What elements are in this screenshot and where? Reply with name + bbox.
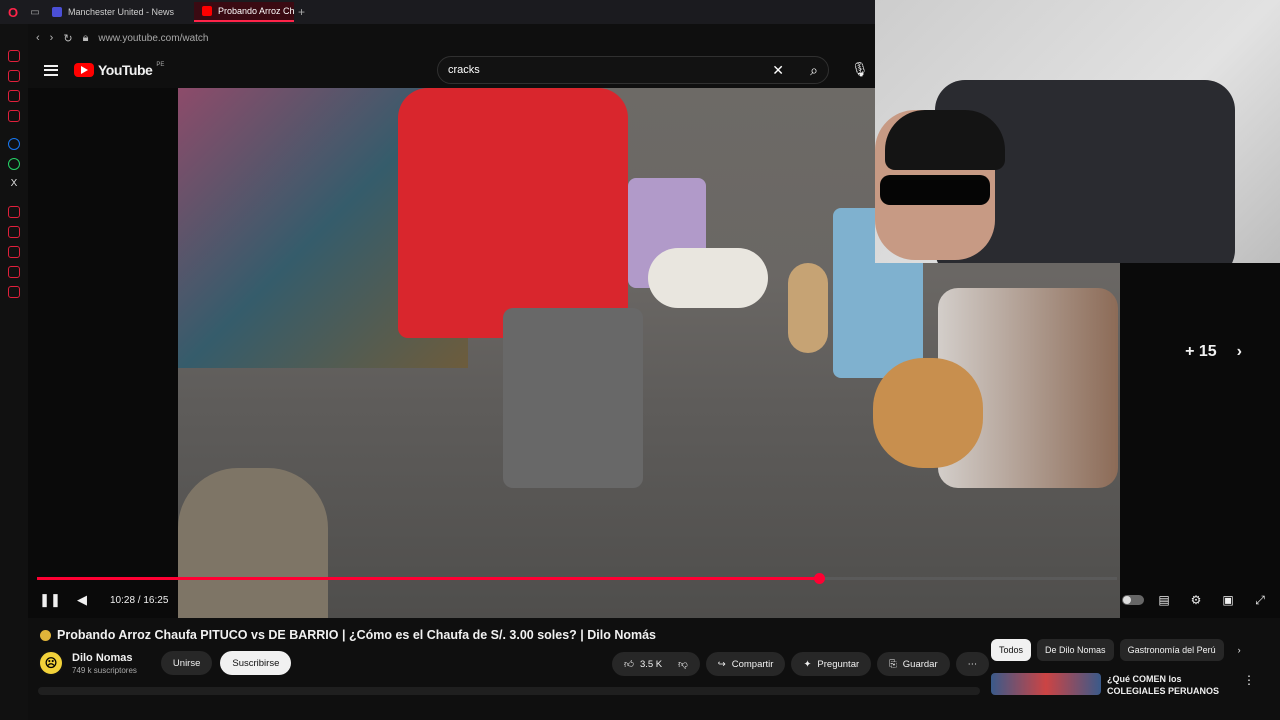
recommendation-title[interactable]: ¿Qué COMEN los COLEGIALES PERUANOS afue (1107, 673, 1237, 697)
whatsapp-icon[interactable] (8, 158, 20, 170)
action-bar: 👍︎ 3.5 K 👎︎ ↪ Compartir ✦ Preguntar ⎘ Gu… (612, 652, 990, 676)
sidebar-aria-icon[interactable] (8, 70, 20, 82)
video-info: Probando Arroz Chaufa PITUCO vs DE BARRI… (28, 618, 1280, 720)
video-title: Probando Arroz Chaufa PITUCO vs DE BARRI… (40, 628, 680, 642)
reload-icon[interactable]: ↻ (63, 32, 72, 45)
subscribe-button[interactable]: Suscribirse (220, 651, 292, 675)
ask-button[interactable]: ✦ Preguntar (791, 652, 872, 676)
back-icon[interactable]: ‹ (36, 32, 40, 44)
sidebar-extensions-icon[interactable] (8, 266, 20, 278)
messenger-icon[interactable] (8, 138, 20, 150)
tab-probando-arroz[interactable]: Probando Arroz Chaufa (194, 2, 294, 22)
search-input[interactable]: cracks ✕ ⌕ (437, 56, 829, 84)
chips-next-icon[interactable]: › (1230, 639, 1249, 661)
tab-manchester-united[interactable]: Manchester United - News (44, 2, 194, 22)
address-bar: ‹ › ↻ 🔒︎ www.youtube.com/watch (28, 24, 875, 52)
sunglasses (880, 175, 990, 205)
save-label: Guardar (902, 658, 938, 670)
tab-title: Manchester United - News (68, 7, 175, 17)
share-button[interactable]: ↪ Compartir (705, 652, 786, 676)
sidebar-clock-icon[interactable] (8, 246, 20, 258)
kebab-menu-icon[interactable]: ⋮ (1243, 673, 1255, 713)
share-icon: ↪ (717, 658, 726, 670)
workspaces-icon[interactable]: ▭ (26, 7, 44, 18)
logo-text: YouTube (98, 62, 153, 78)
search-icon[interactable]: ⌕ (810, 62, 818, 79)
opera-logo-icon[interactable]: O (0, 0, 26, 24)
channel-row: ☹ Dilo Nomas 749 k suscriptores Unirse S… (38, 650, 292, 676)
sidebar-speed-dial-icon[interactable] (8, 50, 20, 62)
pause-icon[interactable]: ❚❚ (34, 588, 66, 612)
fullscreen-icon[interactable]: ⤢ (1248, 591, 1272, 609)
url-text[interactable]: www.youtube.com/watch (98, 33, 208, 44)
youtube-play-icon (74, 63, 94, 77)
thumbs-down-icon[interactable]: 👎︎ (678, 658, 688, 670)
share-label: Compartir (731, 658, 774, 670)
progress-scrubber[interactable] (813, 573, 825, 584)
clear-search-icon[interactable]: ✕ (772, 62, 784, 79)
subscriber-count: 749 k suscriptores (72, 665, 137, 675)
tab-title: Probando Arroz Chaufa (218, 6, 294, 16)
sidebar-bookmarks-icon[interactable] (8, 90, 20, 102)
like-button[interactable]: 👍︎ 3.5 K 👎︎ (612, 652, 700, 676)
new-tab-button[interactable]: + (298, 5, 305, 19)
orange-dog (873, 358, 983, 468)
sidebar-history-icon[interactable] (8, 226, 20, 238)
time-display: 10:28 / 16:25 (110, 594, 169, 606)
endscreen-more-button[interactable]: + 15 › (1185, 343, 1242, 361)
progress-bar[interactable] (37, 573, 1117, 584)
subtitles-icon[interactable]: ▤ (1152, 591, 1176, 609)
recommendation-item[interactable]: ¿Qué COMEN los COLEGIALES PERUANOS afue … (991, 673, 1261, 713)
sidebar-settings-icon[interactable] (8, 286, 20, 298)
avatar[interactable]: ☹ (38, 650, 64, 676)
person-red-shirt (398, 88, 628, 338)
sidebar-player-icon[interactable] (8, 206, 20, 218)
webcam-overlay (875, 0, 1280, 263)
search-value: cracks (448, 64, 480, 76)
volume-icon[interactable]: ◀︎ (66, 588, 98, 612)
video-title-text: Probando Arroz Chaufa PITUCO vs DE BARRI… (57, 628, 657, 642)
autoplay-toggle[interactable] (1122, 595, 1144, 605)
more-actions-icon[interactable]: ⋯ (955, 652, 990, 676)
like-count: 3.5 K (639, 658, 663, 670)
browser-sidebar: X (0, 24, 28, 720)
chip-todos[interactable]: Todos (991, 639, 1032, 661)
description-box[interactable] (38, 687, 980, 695)
miniplayer-icon[interactable]: ▣ (1216, 591, 1240, 609)
youtube-logo[interactable]: YouTube PE (74, 62, 164, 78)
join-button[interactable]: Unirse (160, 651, 213, 675)
chip-de-dilo-nomas[interactable]: De Dilo Nomas (1037, 639, 1114, 661)
hamburger-menu-icon[interactable] (44, 64, 58, 76)
person-gray-pants (503, 308, 643, 488)
tan-dog (788, 263, 828, 353)
youtube-favicon-icon (202, 6, 212, 16)
white-dog (648, 248, 768, 308)
forward-icon[interactable]: › (50, 32, 54, 44)
channel-info: Dilo Nomas 749 k suscriptores (72, 652, 137, 675)
channel-name[interactable]: Dilo Nomas (72, 652, 137, 664)
endscreen-count: + 15 (1185, 343, 1217, 360)
chip-gastronomia[interactable]: Gastronomía del Perú (1119, 639, 1224, 661)
streamer-hair (885, 110, 1005, 170)
chips-bar: Todos De Dilo Nomas Gastronomía del Perú… (991, 639, 1249, 661)
bookmark-icon: ⎘ (889, 658, 897, 670)
sparkle-icon: ✦ (803, 658, 812, 670)
country-code: PE (156, 62, 165, 68)
settings-gear-icon[interactable]: ⚙ (1184, 591, 1208, 609)
mic-icon[interactable]: 🎙︎ (851, 61, 869, 78)
player-controls: ❚❚ ◀︎ 10:28 / 16:25 ▤ ⚙ ▣ ⤢ (28, 588, 1280, 612)
tab-favicon-icon (52, 7, 62, 17)
sidebar-news-icon[interactable] (8, 110, 20, 122)
lock-icon: 🔒︎ (82, 31, 89, 44)
chevron-right-icon: › (1236, 343, 1242, 360)
ask-label: Preguntar (817, 658, 860, 670)
thumbs-up-icon: 👍︎ (624, 659, 634, 670)
x-twitter-icon[interactable]: X (8, 178, 20, 190)
save-button[interactable]: ⎘ Guardar (877, 652, 950, 676)
emoji-icon (40, 629, 51, 641)
youtube-header: YouTube PE cracks ✕ ⌕ 🎙︎ (28, 52, 875, 88)
progress-fill (37, 577, 819, 580)
recommendation-thumbnail[interactable] (991, 673, 1101, 695)
video-player[interactable]: + 15 › ❚❚ ◀︎ 10:28 / 16:25 ▤ ⚙ ▣ ⤢ (28, 0, 1280, 618)
